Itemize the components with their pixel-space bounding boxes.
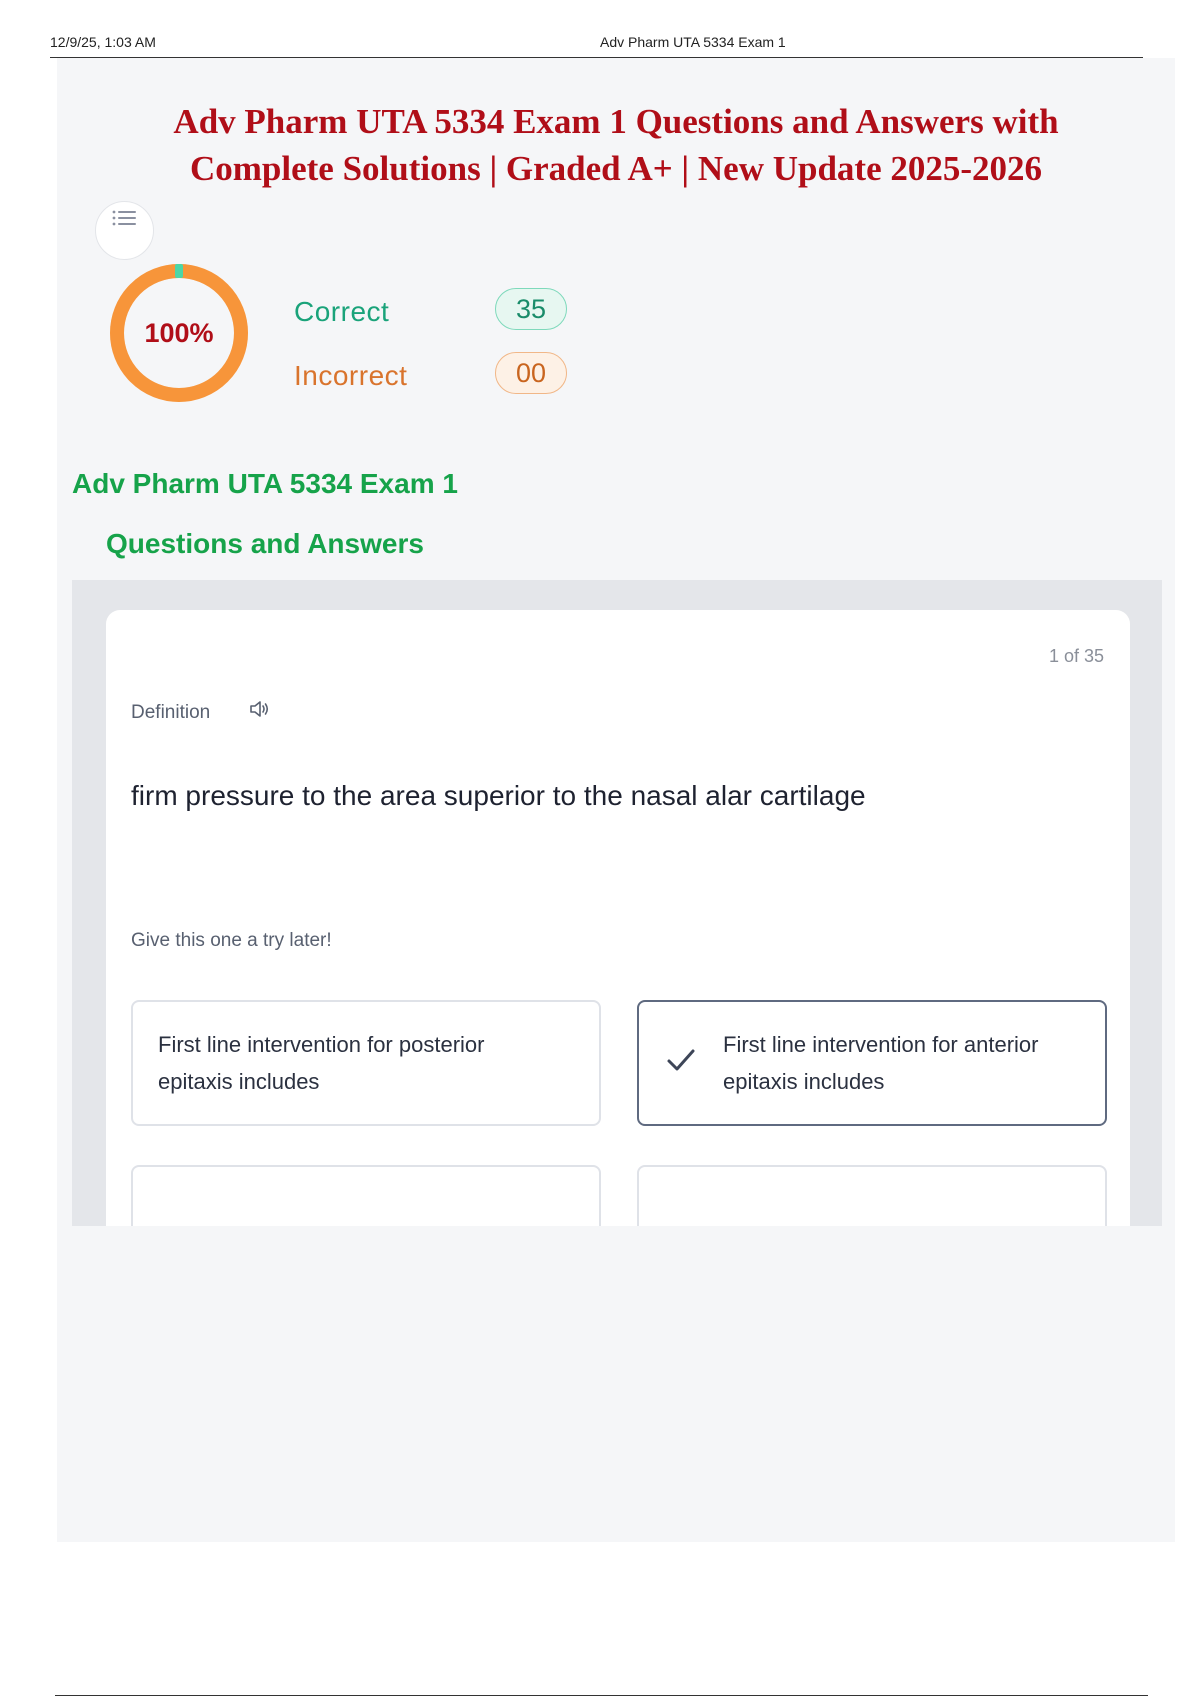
flashcard: 1 of 35 Definition firm pressure to the … (106, 610, 1130, 1226)
print-datetime: 12/9/25, 1:03 AM (50, 34, 156, 50)
section-title: Adv Pharm UTA 5334 Exam 1 (72, 468, 458, 499)
definition-label: Definition (131, 702, 211, 723)
print-header: 12/9/25, 1:03 AM Adv Pharm UTA 5334 Exam… (50, 34, 1143, 58)
list-menu-icon (112, 210, 136, 226)
answer-option-text: First line intervention for posterior ep… (158, 1032, 485, 1094)
hint-text: Give this one a try later! (131, 930, 332, 951)
answer-option-text: First line intervention for anterior epi… (723, 1032, 1039, 1094)
checkmark-icon (667, 1049, 695, 1071)
page-panel: Adv Pharm UTA 5334 Exam 1 Questions and … (57, 58, 1175, 1542)
section-subtitle: Questions and Answers (106, 528, 424, 559)
flashcard-area: 1 of 35 Definition firm pressure to the … (72, 580, 1162, 1226)
document-title-line-2: Complete Solutions | Graded A+ | New Upd… (189, 149, 1043, 188)
incorrect-count-badge: 00 (495, 352, 567, 394)
document-title-line-1: Adv Pharm UTA 5334 Exam 1 Questions and … (173, 102, 1059, 141)
incorrect-label: Incorrect (294, 360, 408, 391)
answer-option-4[interactable] (637, 1165, 1107, 1226)
definition-text: firm pressure to the area superior to th… (131, 780, 866, 811)
page-footer-rule (55, 1695, 1148, 1696)
score-percent: 100% (144, 317, 214, 348)
print-page-title: Adv Pharm UTA 5334 Exam 1 (600, 34, 786, 50)
answer-option-3[interactable] (131, 1165, 601, 1226)
correct-count-badge: 35 (495, 288, 567, 330)
answer-option-1[interactable]: First line intervention for posterior ep… (131, 1000, 601, 1126)
menu-button[interactable] (95, 201, 154, 260)
speaker-icon[interactable] (248, 698, 270, 725)
correct-label: Correct (294, 296, 390, 327)
answer-option-2-selected[interactable]: First line intervention for anterior epi… (637, 1000, 1107, 1126)
document-title: Adv Pharm UTA 5334 Exam 1 Questions and … (57, 98, 1175, 192)
card-counter: 1 of 35 (1048, 646, 1104, 666)
